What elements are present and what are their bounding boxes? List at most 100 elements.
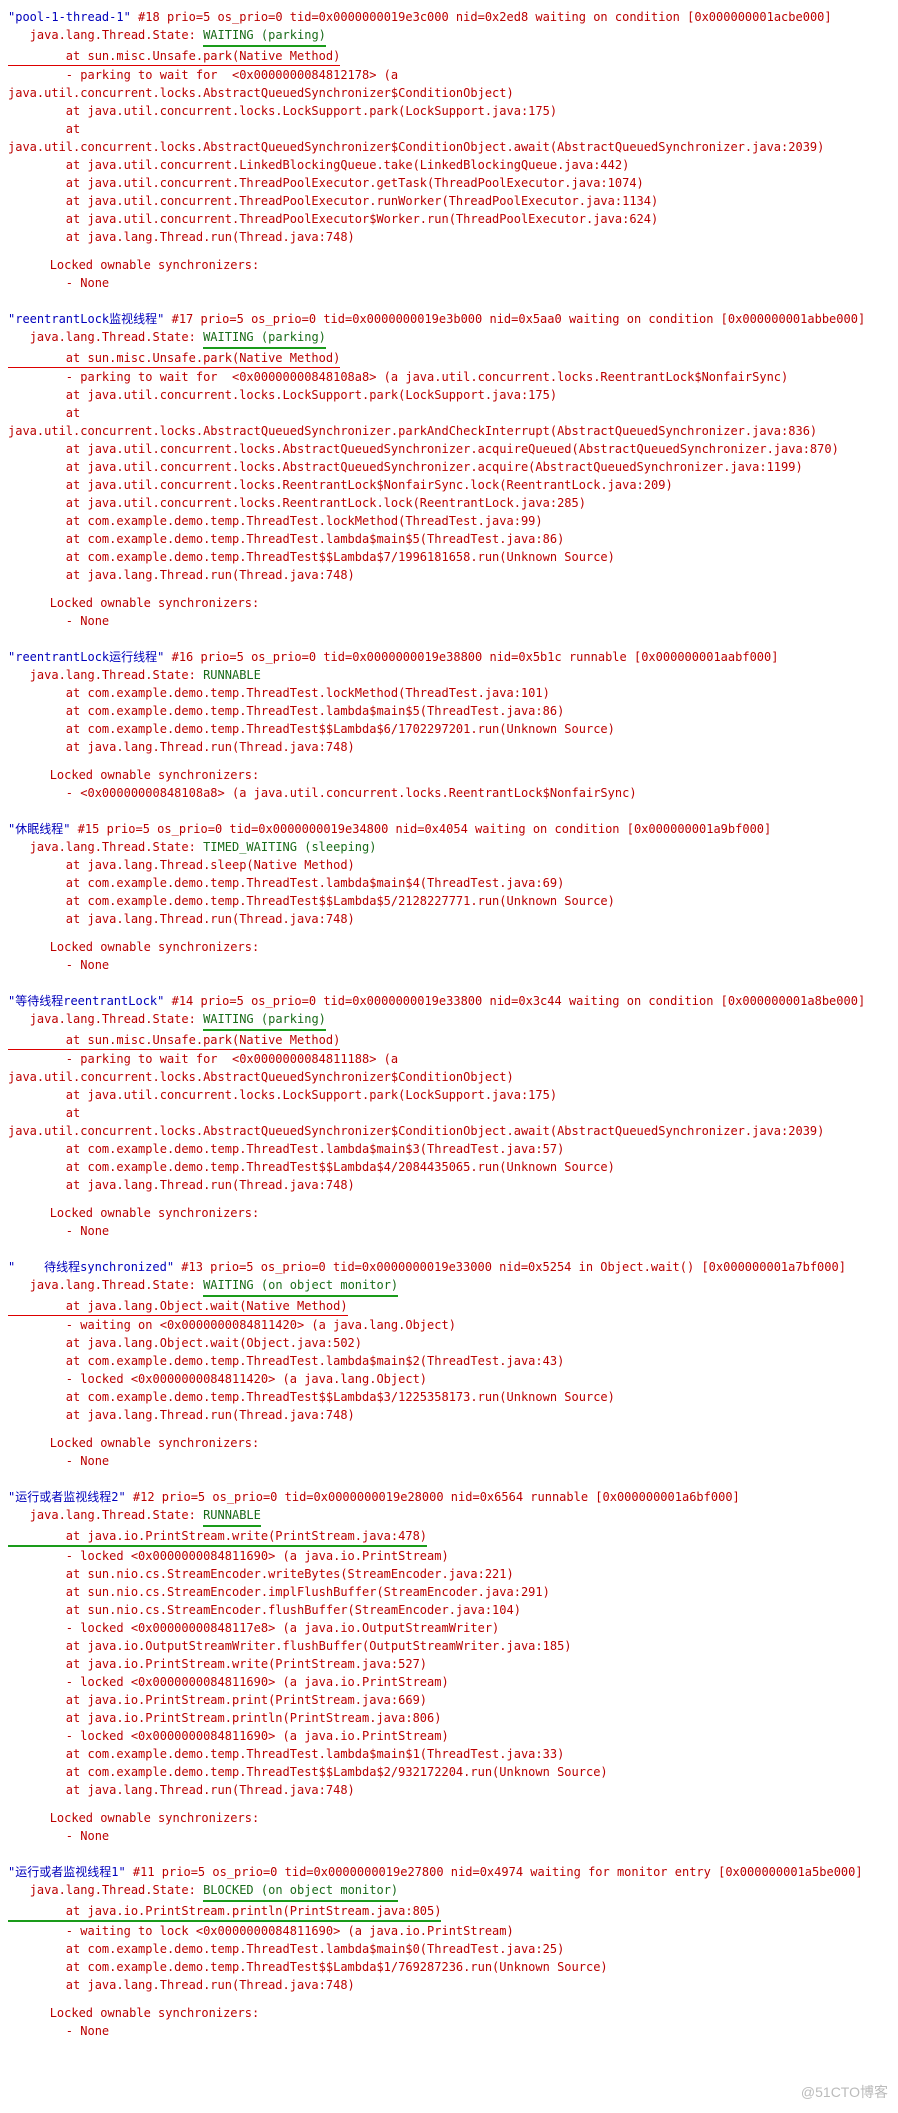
stack-frame: at com.example.demo.temp.ThreadTest.lock… — [8, 686, 550, 700]
thread-block: "等待线程reentrantLock" #14 prio=5 os_prio=0… — [8, 992, 890, 1240]
stack-trace-line: at java.util.concurrent.ThreadPoolExecut… — [8, 192, 890, 210]
thread-block: "休眠线程" #15 prio=5 os_prio=0 tid=0x000000… — [8, 820, 890, 974]
stack-trace-line: at java.lang.Object.wait(Object.java:502… — [8, 1334, 890, 1352]
stack-trace-line: at java.util.concurrent.locks.AbstractQu… — [8, 458, 890, 476]
stack-trace-line: at sun.nio.cs.StreamEncoder.writeBytes(S… — [8, 1565, 890, 1583]
stack-trace-line: at java.util.concurrent.locks.AbstractQu… — [8, 120, 890, 156]
stack-trace-line: at java.util.concurrent.ThreadPoolExecut… — [8, 174, 890, 192]
stack-trace-line: at com.example.demo.temp.ThreadTest.lamb… — [8, 530, 890, 548]
thread-header: "等待线程reentrantLock" #14 prio=5 os_prio=0… — [8, 992, 890, 1010]
thread-header-rest: #11 prio=5 os_prio=0 tid=0x0000000019e27… — [126, 1865, 863, 1879]
stack-trace-line: at java.lang.Thread.sleep(Native Method) — [8, 856, 890, 874]
stack-trace-line: at com.example.demo.temp.ThreadTest.lamb… — [8, 874, 890, 892]
stack-trace-line: at com.example.demo.temp.ThreadTest$$Lam… — [8, 1158, 890, 1176]
stack-trace-line: at java.util.concurrent.locks.LockSuppor… — [8, 1086, 890, 1104]
thread-header-rest: #13 prio=5 os_prio=0 tid=0x0000000019e33… — [174, 1260, 846, 1274]
locked-sync-header: Locked ownable synchronizers: — [8, 1434, 890, 1452]
thread-name: "运行或者监视线程1" — [8, 1865, 126, 1879]
stack-trace-line: at java.io.PrintStream.println(PrintStre… — [8, 1902, 890, 1922]
locked-sync-item: - None — [8, 1222, 890, 1240]
thread-state: RUNNABLE — [203, 1506, 261, 1527]
stack-trace-line: at java.util.concurrent.ThreadPoolExecut… — [8, 210, 890, 228]
locked-sync-header: Locked ownable synchronizers: — [8, 256, 890, 274]
stack-trace-line: at java.util.concurrent.locks.ReentrantL… — [8, 494, 890, 512]
stack-trace-line: at com.example.demo.temp.ThreadTest.lamb… — [8, 1745, 890, 1763]
stack-trace-line: at sun.misc.Unsafe.park(Native Method) — [8, 1031, 890, 1050]
thread-header: "休眠线程" #15 prio=5 os_prio=0 tid=0x000000… — [8, 820, 890, 838]
stack-trace-line: - waiting to lock <0x0000000084811690> (… — [8, 1922, 890, 1940]
locked-sync-item: - None — [8, 612, 890, 630]
stack-trace-line: at java.util.concurrent.locks.LockSuppor… — [8, 102, 890, 120]
stack-trace-line: at java.lang.Thread.run(Thread.java:748) — [8, 1176, 890, 1194]
thread-name: " 待线程synchronized" — [8, 1260, 174, 1274]
thread-state: RUNNABLE — [203, 668, 261, 682]
stack-trace-line: at java.util.concurrent.locks.AbstractQu… — [8, 440, 890, 458]
stack-trace-line: at java.io.PrintStream.println(PrintStre… — [8, 1709, 890, 1727]
thread-header: "reentrantLock监视线程" #17 prio=5 os_prio=0… — [8, 310, 890, 328]
locked-sync-header: Locked ownable synchronizers: — [8, 2004, 890, 2022]
stack-trace-line: at java.util.concurrent.locks.AbstractQu… — [8, 404, 890, 440]
thread-state: WAITING (on object monitor) — [203, 1276, 398, 1297]
thread-header-rest: #14 prio=5 os_prio=0 tid=0x0000000019e33… — [164, 994, 865, 1008]
thread-state-line: java.lang.Thread.State: WAITING (on obje… — [8, 1276, 890, 1297]
stack-trace-line: at sun.misc.Unsafe.park(Native Method) — [8, 349, 890, 368]
stack-trace-line: at com.example.demo.temp.ThreadTest.lamb… — [8, 1140, 890, 1158]
thread-header: " 待线程synchronized" #13 prio=5 os_prio=0 … — [8, 1258, 890, 1276]
stack-trace-line: at com.example.demo.temp.ThreadTest.lock… — [8, 684, 890, 702]
thread-state-line: java.lang.Thread.State: RUNNABLE — [8, 666, 890, 684]
stack-frame: at java.lang.Object.wait(Native Method) — [8, 1297, 348, 1316]
stack-trace-line: at com.example.demo.temp.ThreadTest$$Lam… — [8, 720, 890, 738]
stack-trace-line: at java.io.PrintStream.write(PrintStream… — [8, 1527, 890, 1547]
thread-state-line: java.lang.Thread.State: TIMED_WAITING (s… — [8, 838, 890, 856]
thread-name: "休眠线程" — [8, 822, 70, 836]
state-label: java.lang.Thread.State: — [8, 840, 203, 854]
locked-sync-header: Locked ownable synchronizers: — [8, 594, 890, 612]
stack-trace-line: at com.example.demo.temp.ThreadTest.lamb… — [8, 1352, 890, 1370]
stack-trace-line: at java.lang.Object.wait(Native Method) — [8, 1297, 890, 1316]
thread-header: "reentrantLock运行线程" #16 prio=5 os_prio=0… — [8, 648, 890, 666]
stack-trace-line: at java.util.concurrent.locks.AbstractQu… — [8, 1104, 890, 1140]
stack-frame: at java.io.PrintStream.println(PrintStre… — [8, 1902, 441, 1922]
thread-block: " 待线程synchronized" #13 prio=5 os_prio=0 … — [8, 1258, 890, 1470]
state-label: java.lang.Thread.State: — [8, 28, 203, 42]
locked-sync-item: - <0x00000000848108a8> (a java.util.conc… — [8, 784, 890, 802]
stack-trace-line: - locked <0x0000000084811420> (a java.la… — [8, 1370, 890, 1388]
thread-block: "运行或者监视线程1" #11 prio=5 os_prio=0 tid=0x0… — [8, 1863, 890, 2040]
thread-header: "pool-1-thread-1" #18 prio=5 os_prio=0 t… — [8, 8, 890, 26]
state-label: java.lang.Thread.State: — [8, 1012, 203, 1026]
stack-trace-line: - locked <0x0000000084811690> (a java.io… — [8, 1673, 890, 1691]
state-label: java.lang.Thread.State: — [8, 330, 203, 344]
thread-block: "pool-1-thread-1" #18 prio=5 os_prio=0 t… — [8, 8, 890, 292]
watermark: @51CTO博客 — [801, 2082, 888, 2103]
stack-trace-line: at com.example.demo.temp.ThreadTest$$Lam… — [8, 892, 890, 910]
thread-block: "reentrantLock运行线程" #16 prio=5 os_prio=0… — [8, 648, 890, 802]
stack-trace-line: at com.example.demo.temp.ThreadTest$$Lam… — [8, 548, 890, 566]
thread-state: WAITING (parking) — [203, 1010, 326, 1031]
locked-sync-header: Locked ownable synchronizers: — [8, 1809, 890, 1827]
thread-state-line: java.lang.Thread.State: WAITING (parking… — [8, 328, 890, 349]
thread-state-line: java.lang.Thread.State: WAITING (parking… — [8, 26, 890, 47]
stack-trace-line: at java.io.OutputStreamWriter.flushBuffe… — [8, 1637, 890, 1655]
stack-trace-line: at com.example.demo.temp.ThreadTest$$Lam… — [8, 1958, 890, 1976]
thread-state-line: java.lang.Thread.State: WAITING (parking… — [8, 1010, 890, 1031]
stack-trace-line: at com.example.demo.temp.ThreadTest$$Lam… — [8, 1388, 890, 1406]
stack-trace-line: - locked <0x0000000084811690> (a java.io… — [8, 1727, 890, 1745]
stack-trace-line: at java.lang.Thread.run(Thread.java:748) — [8, 228, 890, 246]
state-label: java.lang.Thread.State: — [8, 1278, 203, 1292]
thread-header-rest: #12 prio=5 os_prio=0 tid=0x0000000019e28… — [126, 1490, 740, 1504]
stack-trace-line: at java.util.concurrent.locks.ReentrantL… — [8, 476, 890, 494]
state-label: java.lang.Thread.State: — [8, 668, 203, 682]
locked-sync-item: - None — [8, 1827, 890, 1845]
locked-sync-header: Locked ownable synchronizers: — [8, 766, 890, 784]
stack-trace-line: - locked <0x00000000848117e8> (a java.io… — [8, 1619, 890, 1637]
stack-trace-line: at java.lang.Thread.run(Thread.java:748) — [8, 566, 890, 584]
state-label: java.lang.Thread.State: — [8, 1883, 203, 1897]
thread-dump: "pool-1-thread-1" #18 prio=5 os_prio=0 t… — [8, 8, 890, 2040]
stack-trace-line: at java.lang.Thread.run(Thread.java:748) — [8, 1406, 890, 1424]
thread-header-rest: #17 prio=5 os_prio=0 tid=0x0000000019e3b… — [164, 312, 865, 326]
state-label: java.lang.Thread.State: — [8, 1508, 203, 1522]
stack-trace-line: - locked <0x0000000084811690> (a java.io… — [8, 1547, 890, 1565]
thread-name: "等待线程reentrantLock" — [8, 994, 164, 1008]
stack-frame: at sun.misc.Unsafe.park(Native Method) — [8, 349, 340, 368]
thread-header-rest: #16 prio=5 os_prio=0 tid=0x0000000019e38… — [164, 650, 778, 664]
